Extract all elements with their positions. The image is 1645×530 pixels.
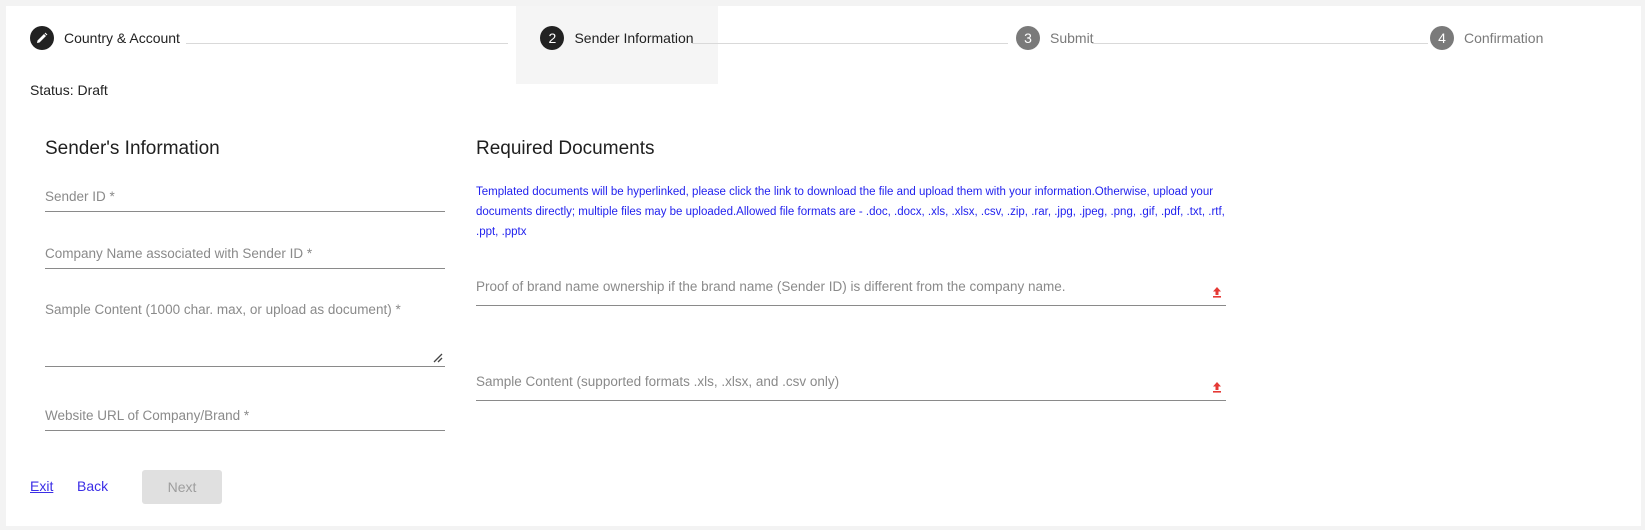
documents-instructions: Templated documents will be hyperlinked,… xyxy=(476,186,1225,238)
sender-id-placeholder: Sender ID * xyxy=(45,189,115,204)
pencil-icon xyxy=(30,26,54,50)
step-label: Country & Account xyxy=(64,30,180,46)
step-submit[interactable]: 3 Submit xyxy=(1016,24,1094,52)
upload-icon[interactable] xyxy=(1212,286,1222,298)
resize-handle-icon[interactable] xyxy=(433,353,443,363)
step-number: 3 xyxy=(1016,26,1040,50)
back-link[interactable]: Back xyxy=(77,478,108,494)
exit-link[interactable]: Exit xyxy=(30,478,53,494)
step-number: 2 xyxy=(540,26,565,50)
documents-section-title: Required Documents xyxy=(476,138,655,159)
step-connector xyxy=(186,43,508,44)
next-button[interactable]: Next xyxy=(142,470,222,504)
step-label: Submit xyxy=(1050,30,1094,46)
status-text: Status: Draft xyxy=(30,82,108,98)
company-name-field[interactable]: Company Name associated with Sender ID * xyxy=(45,245,445,269)
field-underline xyxy=(45,430,445,431)
step-number: 4 xyxy=(1430,26,1454,50)
proof-of-brand-upload-field[interactable]: Proof of brand name ownership if the bra… xyxy=(476,278,1226,306)
field-underline xyxy=(45,366,445,367)
field-underline xyxy=(45,268,445,269)
step-country-account[interactable]: Country & Account xyxy=(30,24,180,52)
field-underline xyxy=(476,400,1226,401)
upload-icon[interactable] xyxy=(1212,381,1222,393)
website-url-placeholder: Website URL of Company/Brand * xyxy=(45,408,250,423)
sample-content-textarea[interactable]: Sample Content (1000 char. max, or uploa… xyxy=(45,301,445,367)
field-underline xyxy=(45,211,445,212)
step-sender-information[interactable]: 2 Sender Information xyxy=(516,24,718,52)
stepper: Country & Account 2 Sender Information 3… xyxy=(6,6,1641,84)
sample-content-placeholder: Sample Content (1000 char. max, or uploa… xyxy=(45,302,401,317)
sample-content-upload-field[interactable]: Sample Content (supported formats .xls, … xyxy=(476,373,1226,401)
step-connector xyxy=(692,43,1008,44)
website-url-field[interactable]: Website URL of Company/Brand * xyxy=(45,407,445,431)
step-label: Sender Information xyxy=(574,30,694,46)
proof-of-brand-placeholder: Proof of brand name ownership if the bra… xyxy=(476,279,1066,294)
wizard-panel: Country & Account 2 Sender Information 3… xyxy=(6,6,1641,526)
step-label: Confirmation xyxy=(1464,30,1544,46)
step-confirmation[interactable]: 4 Confirmation xyxy=(1430,24,1543,52)
sender-section-title: Sender's Information xyxy=(45,138,220,159)
company-name-placeholder: Company Name associated with Sender ID * xyxy=(45,246,313,261)
step-connector xyxy=(1092,43,1428,44)
sample-content-upload-placeholder: Sample Content (supported formats .xls, … xyxy=(476,374,840,389)
sender-id-field[interactable]: Sender ID * xyxy=(45,188,445,212)
field-underline xyxy=(476,305,1226,306)
